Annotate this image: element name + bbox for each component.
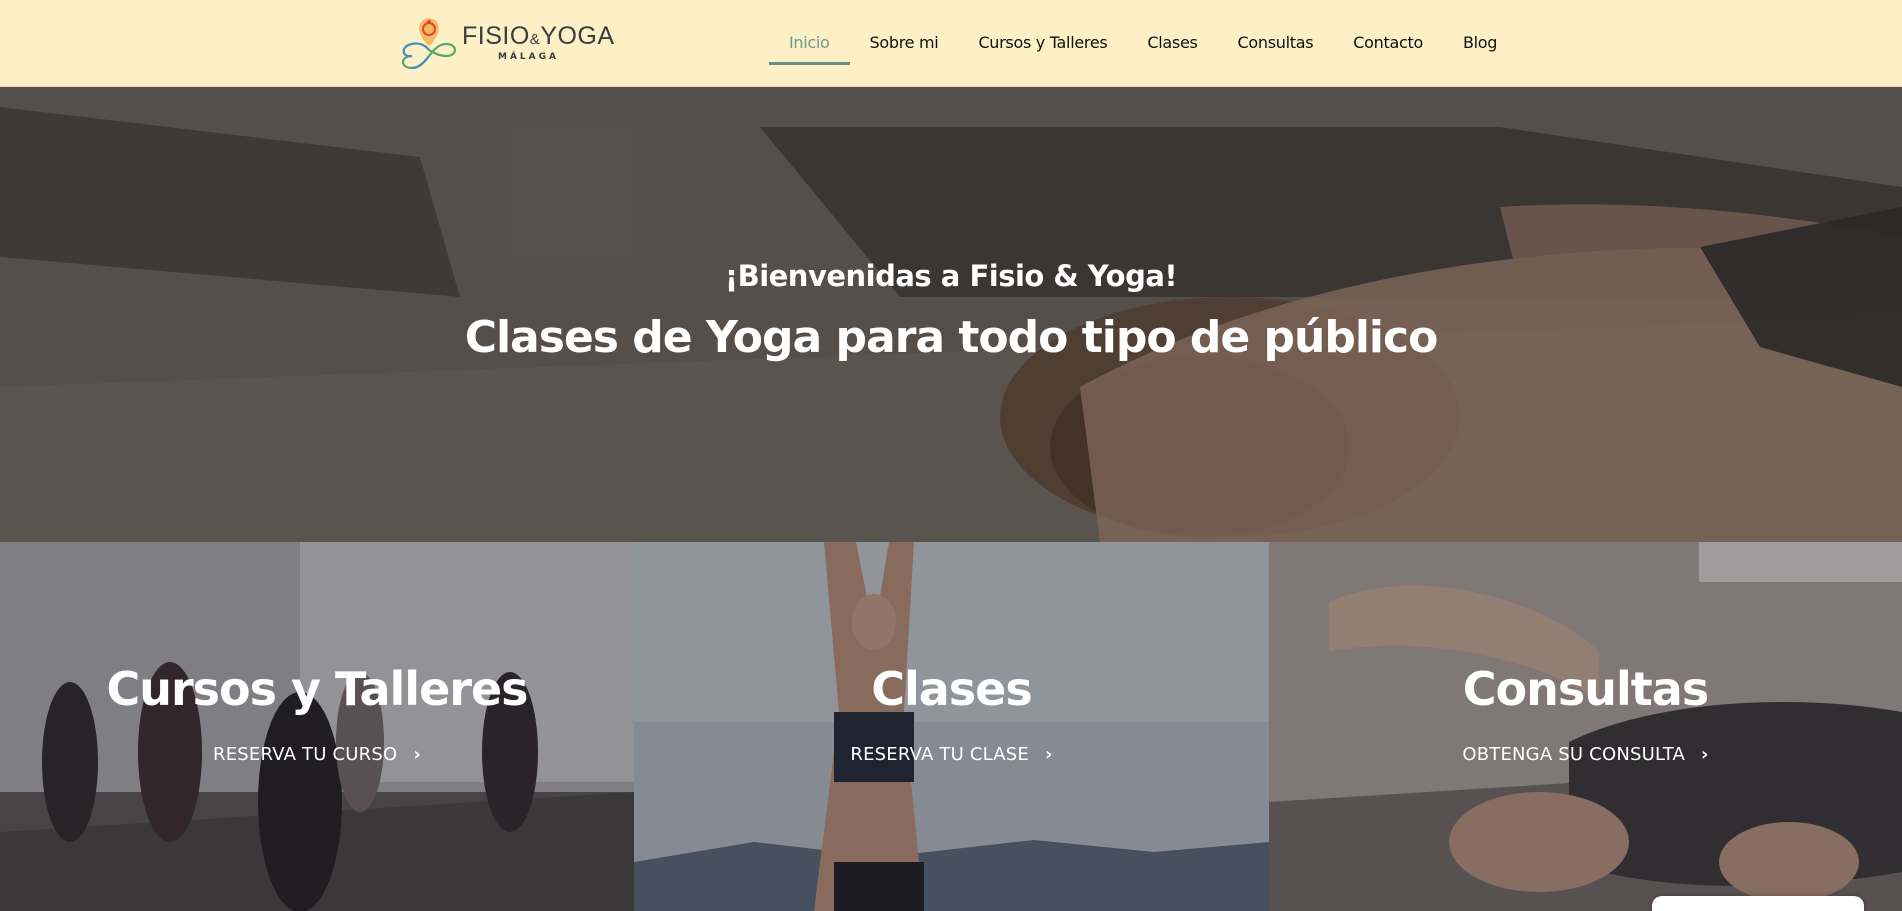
main-nav: Inicio Sobre mi Cursos y Talleres Clases… (769, 0, 1517, 87)
chevron-right-icon: › (1701, 744, 1709, 765)
card-title: Cursos y Talleres (106, 662, 528, 716)
card-cta-label: RESERVA TU CLASE (850, 744, 1029, 765)
nav-item-blog[interactable]: Blog (1443, 0, 1517, 87)
site-header: FISIO&YOGA MÁLAGA Inicio Sobre mi Cursos… (0, 0, 1902, 87)
nav-item-contacto[interactable]: Contacto (1333, 0, 1443, 87)
nav-item-sobre-mi[interactable]: Sobre mi (850, 0, 959, 87)
chevron-right-icon: › (1045, 744, 1053, 765)
obtenga-su-consulta-link[interactable]: OBTENGA SU CONSULTA › (1269, 744, 1902, 765)
card-cursos-y-talleres[interactable]: Cursos y Talleres RESERVA TU CURSO › (0, 542, 634, 911)
site-logo[interactable]: FISIO&YOGA MÁLAGA (398, 16, 614, 70)
logo-wordmark: FISIO&YOGA (462, 22, 615, 50)
chat-widget-tab[interactable] (1652, 896, 1864, 911)
card-cta-label: RESERVA TU CURSO (213, 744, 398, 765)
logo-infinity-pin-icon (401, 18, 457, 70)
nav-item-consultas[interactable]: Consultas (1218, 0, 1334, 87)
chevron-right-icon: › (413, 744, 421, 765)
hero-title: Clases de Yoga para todo tipo de público (464, 312, 1439, 363)
reserva-tu-clase-link[interactable]: RESERVA TU CLASE › (634, 744, 1269, 765)
hero-banner: ¡Bienvenidas a Fisio & Yoga! Clases de Y… (0, 87, 1902, 542)
logo-city: MÁLAGA (498, 52, 559, 62)
card-title: Consultas (1462, 662, 1709, 716)
card-clases[interactable]: Clases RESERVA TU CLASE › (634, 542, 1269, 911)
card-title: Clases (871, 662, 1033, 716)
card-consultas[interactable]: Consultas OBTENGA SU CONSULTA › (1269, 542, 1902, 911)
nav-item-clases[interactable]: Clases (1127, 0, 1217, 87)
nav-item-cursos-y-talleres[interactable]: Cursos y Talleres (958, 0, 1127, 87)
reserva-tu-curso-link[interactable]: RESERVA TU CURSO › (0, 744, 634, 765)
nav-item-inicio[interactable]: Inicio (769, 0, 850, 87)
hero-subtitle: ¡Bienvenidas a Fisio & Yoga! (724, 259, 1178, 293)
card-cta-label: OBTENGA SU CONSULTA (1462, 744, 1686, 765)
